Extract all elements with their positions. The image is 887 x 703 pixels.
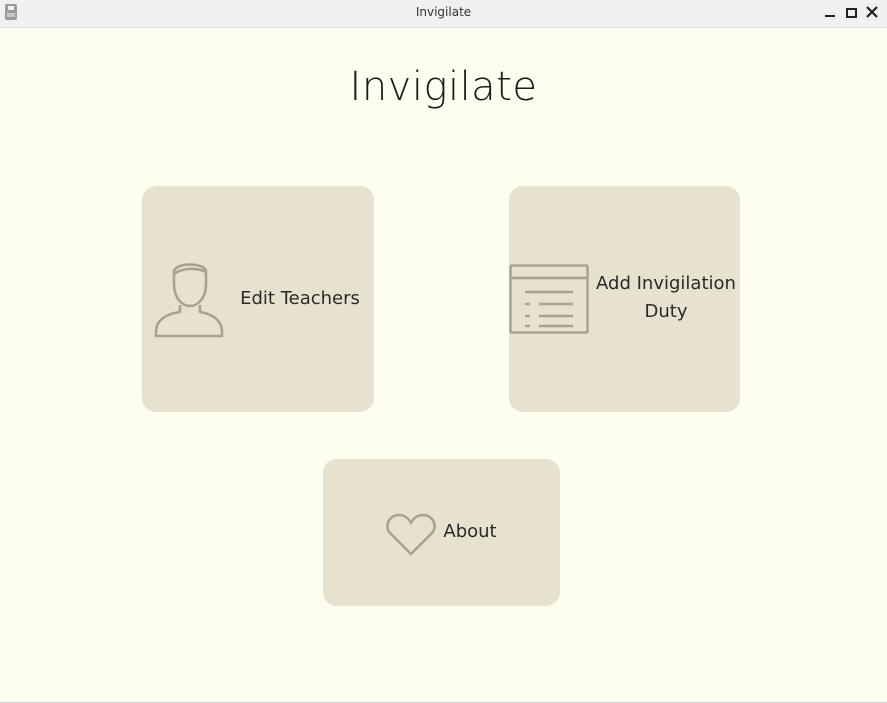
about-button[interactable]: About [323, 459, 560, 606]
add-invigilation-duty-label-line1: Add Invigilation [596, 273, 736, 294]
edit-teachers-label: Edit Teachers [240, 288, 360, 309]
about-label: About [443, 521, 497, 542]
add-invigilation-duty-label-line2: Duty [644, 301, 688, 322]
minimize-icon[interactable] [823, 4, 837, 20]
person-outline-icon [152, 258, 224, 342]
list-document-icon [509, 264, 591, 340]
page-title: Invigilate [349, 64, 538, 110]
add-invigilation-duty-button[interactable]: Add Invigilation Duty [509, 186, 740, 412]
heart-outline-icon [386, 513, 436, 561]
window-controls [823, 4, 879, 20]
main-content: Invigilate Edit Teachers Add Invigilatio… [0, 28, 887, 692]
window-titlebar[interactable]: Invigilate [0, 0, 887, 28]
maximize-icon[interactable] [844, 4, 858, 20]
edit-teachers-button[interactable]: Edit Teachers [142, 186, 374, 412]
app-window: Invigilate Invigilate Edit Teachers Add … [0, 0, 887, 703]
window-title: Invigilate [415, 5, 472, 19]
close-icon[interactable] [865, 4, 879, 20]
add-invigilation-duty-label: Add Invigilation Duty [593, 270, 739, 326]
